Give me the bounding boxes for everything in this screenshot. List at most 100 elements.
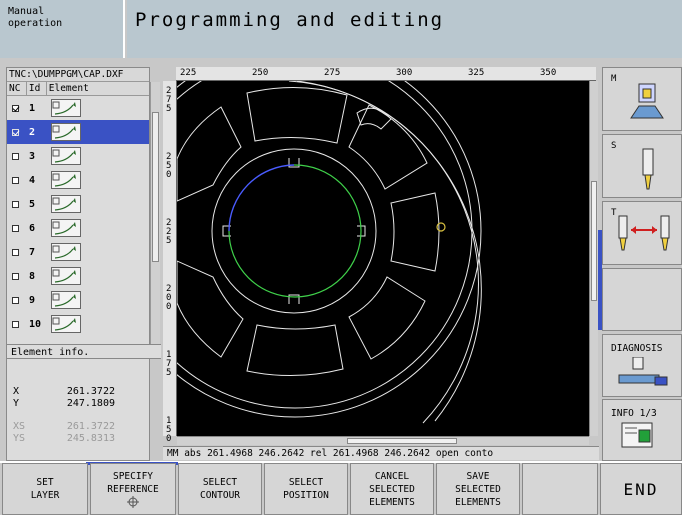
- page-title: Programming and editing: [127, 0, 682, 58]
- end-button[interactable]: END: [600, 463, 682, 515]
- table-row[interactable]: 8: [7, 264, 149, 288]
- list-scroll-thumb[interactable]: [152, 112, 159, 262]
- crosshair-icon: [127, 496, 139, 508]
- row-id: 3: [29, 150, 36, 162]
- spindle-icon: [630, 83, 664, 119]
- arc-element-icon: [51, 123, 81, 141]
- table-row[interactable]: 1: [7, 96, 149, 120]
- row-id: 4: [29, 174, 36, 186]
- row-checkbox[interactable]: [12, 248, 19, 256]
- viewport-horizontal-scrollbar[interactable]: [177, 436, 589, 445]
- info-y: Y 247.1809: [13, 398, 115, 409]
- table-row[interactable]: 3: [7, 144, 149, 168]
- ruler-left-tick: 250: [166, 152, 172, 180]
- ruler-left-tick: 175: [166, 350, 172, 378]
- row-id: 5: [29, 198, 36, 210]
- info-x: X 261.3722: [13, 386, 115, 397]
- info-xs: XS 261.3722: [13, 421, 115, 432]
- outer-circle: [108, 44, 482, 418]
- mode-line-1: Manual: [8, 6, 45, 17]
- list-scrollbar[interactable]: [150, 82, 160, 344]
- ruler-top-tick: 325: [468, 68, 485, 78]
- info-icon: [621, 422, 653, 448]
- column-id[interactable]: Id: [27, 82, 47, 95]
- table-row[interactable]: 7: [7, 240, 149, 264]
- row-id: 1: [29, 102, 36, 114]
- part-outline: [108, 44, 482, 424]
- diagnosis-icon: [618, 357, 668, 386]
- info-key[interactable]: INFO 1/3: [602, 399, 682, 461]
- column-nc[interactable]: NC: [7, 82, 27, 95]
- save-selected-elements-button[interactable]: SAVE SELECTED ELEMENTS: [436, 463, 520, 515]
- operating-mode-panel: Manual operation: [0, 0, 125, 58]
- cancel-selected-elements-button[interactable]: CANCEL SELECTED ELEMENTS: [350, 463, 434, 515]
- arc-element-icon: [51, 219, 81, 237]
- select-position-button[interactable]: SELECT POSITION: [264, 463, 348, 515]
- table-row[interactable]: 9: [7, 288, 149, 312]
- ruler-top: 225 250 275 300 325 350: [176, 67, 596, 81]
- dxf-viewport[interactable]: [108, 44, 589, 436]
- ruler-top-tick: 275: [324, 68, 341, 78]
- element-info-title: Element info.: [7, 344, 161, 359]
- row-checkbox[interactable]: [12, 272, 19, 280]
- tool-change-icon: [618, 215, 670, 251]
- arc-element-icon: [51, 171, 81, 189]
- select-contour-button[interactable]: SELECT CONTOUR: [178, 463, 262, 515]
- row-id: 2: [29, 126, 36, 138]
- row-checkbox[interactable]: [12, 320, 19, 328]
- row-checkbox[interactable]: [12, 104, 19, 112]
- row-checkbox[interactable]: [12, 152, 19, 160]
- diagnosis-key[interactable]: DIAGNOSIS: [602, 334, 682, 397]
- table-row[interactable]: 2: [7, 120, 149, 144]
- ruler-top-tick: 300: [396, 68, 413, 78]
- empty-softkey[interactable]: [522, 463, 598, 515]
- table-row[interactable]: 10: [7, 312, 149, 336]
- row-checkbox[interactable]: [12, 200, 19, 208]
- info-ys: YS 245.8313: [13, 433, 115, 444]
- table-row[interactable]: 6: [7, 216, 149, 240]
- viewport-vertical-scrollbar[interactable]: [589, 81, 598, 436]
- dxf-drawing[interactable]: [108, 44, 589, 436]
- specify-reference-button[interactable]: SPECIFY REFERENCE: [90, 463, 176, 515]
- ruler-top-tick: 350: [540, 68, 557, 78]
- outer-circle-inner: [117, 53, 473, 409]
- column-element[interactable]: Element: [47, 82, 149, 95]
- set-layer-button[interactable]: SET LAYER: [2, 463, 88, 515]
- row-checkbox[interactable]: [12, 296, 19, 304]
- tool-icon: [642, 148, 654, 190]
- m-function-key[interactable]: M: [602, 67, 682, 131]
- list-column-header: NC Id Element: [7, 82, 149, 96]
- element-list-panel: TNC:\DUMPPGM\CAP.DXF NC Id Element 1 2 3 4 5…: [6, 67, 161, 461]
- window-top-left: [176, 106, 242, 202]
- key-left: [222, 225, 231, 237]
- window-bottom-left: [176, 260, 244, 358]
- reference-point[interactable]: [436, 222, 446, 232]
- ruler-left-tick: 275: [166, 86, 172, 114]
- row-id: 9: [29, 294, 36, 306]
- window-top-right: [348, 104, 428, 190]
- window-bottom-right: [348, 276, 426, 360]
- arc-element-icon: [51, 291, 81, 309]
- window-bottom: [246, 324, 344, 376]
- row-checkbox[interactable]: [12, 224, 19, 232]
- arc-element-icon: [51, 267, 81, 285]
- arc-element-icon: [51, 243, 81, 261]
- table-row[interactable]: 4: [7, 168, 149, 192]
- table-row[interactable]: 5: [7, 192, 149, 216]
- window-top: [246, 86, 348, 144]
- ruler-left: 275 250 225 200 175 150: [163, 81, 177, 444]
- row-checkbox[interactable]: [12, 176, 19, 184]
- s-function-key[interactable]: S: [602, 134, 682, 198]
- empty-right-key[interactable]: [602, 268, 682, 331]
- row-id: 6: [29, 222, 36, 234]
- element-rows: 1 2 3 4 5 6 7 8 9 10: [7, 96, 149, 336]
- row-id: 10: [29, 318, 42, 330]
- t-function-key[interactable]: T: [602, 201, 682, 265]
- contour-blue-selected[interactable]: [228, 164, 295, 232]
- row-id: 8: [29, 270, 36, 282]
- row-checkbox[interactable]: [12, 128, 19, 136]
- ruler-left-tick: 150: [166, 416, 172, 444]
- viewport-horizontal-thumb[interactable]: [347, 438, 457, 444]
- outer-rim-arc-2: [288, 80, 479, 424]
- viewport-vertical-thumb[interactable]: [591, 181, 597, 301]
